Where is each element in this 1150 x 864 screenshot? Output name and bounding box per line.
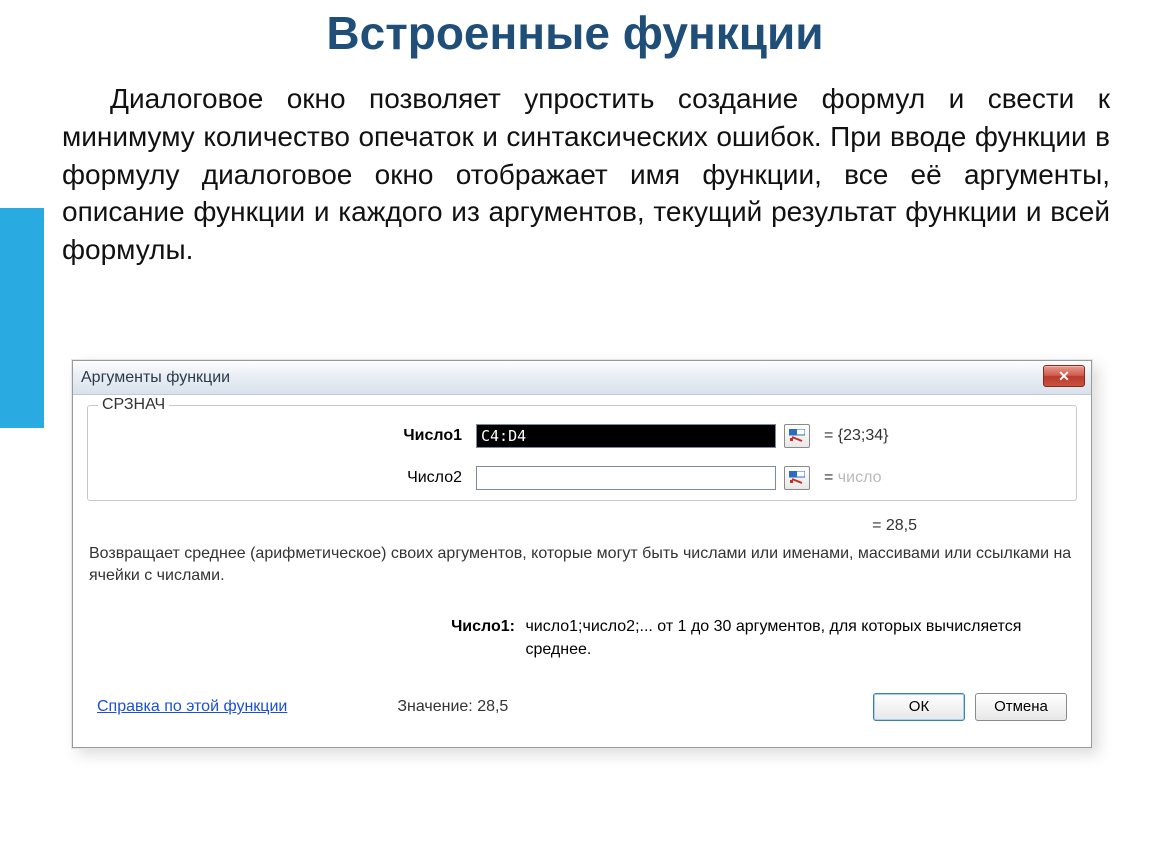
help-link[interactable]: Справка по этой функции [97, 698, 287, 716]
close-icon: ✕ [1058, 368, 1070, 385]
function-name-label: СРЗНАЧ [98, 396, 169, 414]
argument-row: Число1 = {23;34} [98, 424, 1066, 448]
argument-help: Число1: число1;число2;... от 1 до 30 арг… [87, 594, 1077, 685]
argument-help-text: число1;число2;... от 1 до 30 аргументов,… [525, 616, 1055, 661]
argument-result-2: = число [824, 469, 881, 487]
collapse-dialog-button[interactable] [784, 466, 810, 490]
ok-button[interactable]: ОК [873, 693, 965, 721]
dialog-body: СРЗНАЧ Число1 = {23;34} [73, 395, 1091, 747]
value-number: 28,5 [477, 698, 508, 715]
range-picker-icon [789, 471, 805, 485]
argument-row: Число2 = число [98, 466, 1066, 490]
slide-title: Встроенные функции [0, 6, 1150, 60]
value-text: Значение: 28,5 [397, 698, 508, 716]
dialog-footer: Справка по этой функции Значение: 28,5 О… [87, 685, 1077, 733]
dialog-titlebar[interactable]: Аргументы функции ✕ [73, 361, 1091, 395]
value-prefix: Значение: [397, 698, 472, 715]
argument-input-1[interactable] [476, 424, 776, 448]
slide: Встроенные функции Диалоговое окно позво… [0, 0, 1150, 864]
slide-paragraph: Диалоговое окно позволяет упростить созд… [62, 80, 1110, 269]
close-button[interactable]: ✕ [1043, 365, 1085, 387]
argument-result-1: = {23;34} [824, 427, 889, 445]
argument-label: Число1 [98, 427, 468, 445]
argument-label: Число2 [98, 469, 468, 487]
argument-placeholder: число [838, 469, 882, 486]
dialog-title: Аргументы функции [81, 369, 230, 387]
accent-bar [0, 208, 44, 428]
cancel-button[interactable]: Отмена [975, 693, 1067, 721]
collapse-dialog-button[interactable] [784, 424, 810, 448]
intermediate-result: = 28,5 [87, 509, 1077, 539]
argument-result-eq: = [824, 469, 838, 486]
range-picker-icon [789, 429, 805, 443]
argument-help-label: Число1: [89, 616, 521, 638]
argument-input-2[interactable] [476, 466, 776, 490]
function-description: Возвращает среднее (арифметическое) свои… [87, 539, 1077, 594]
function-group: СРЗНАЧ Число1 = {23;34} [87, 405, 1077, 501]
function-arguments-dialog: Аргументы функции ✕ СРЗНАЧ Число1 [72, 360, 1092, 748]
